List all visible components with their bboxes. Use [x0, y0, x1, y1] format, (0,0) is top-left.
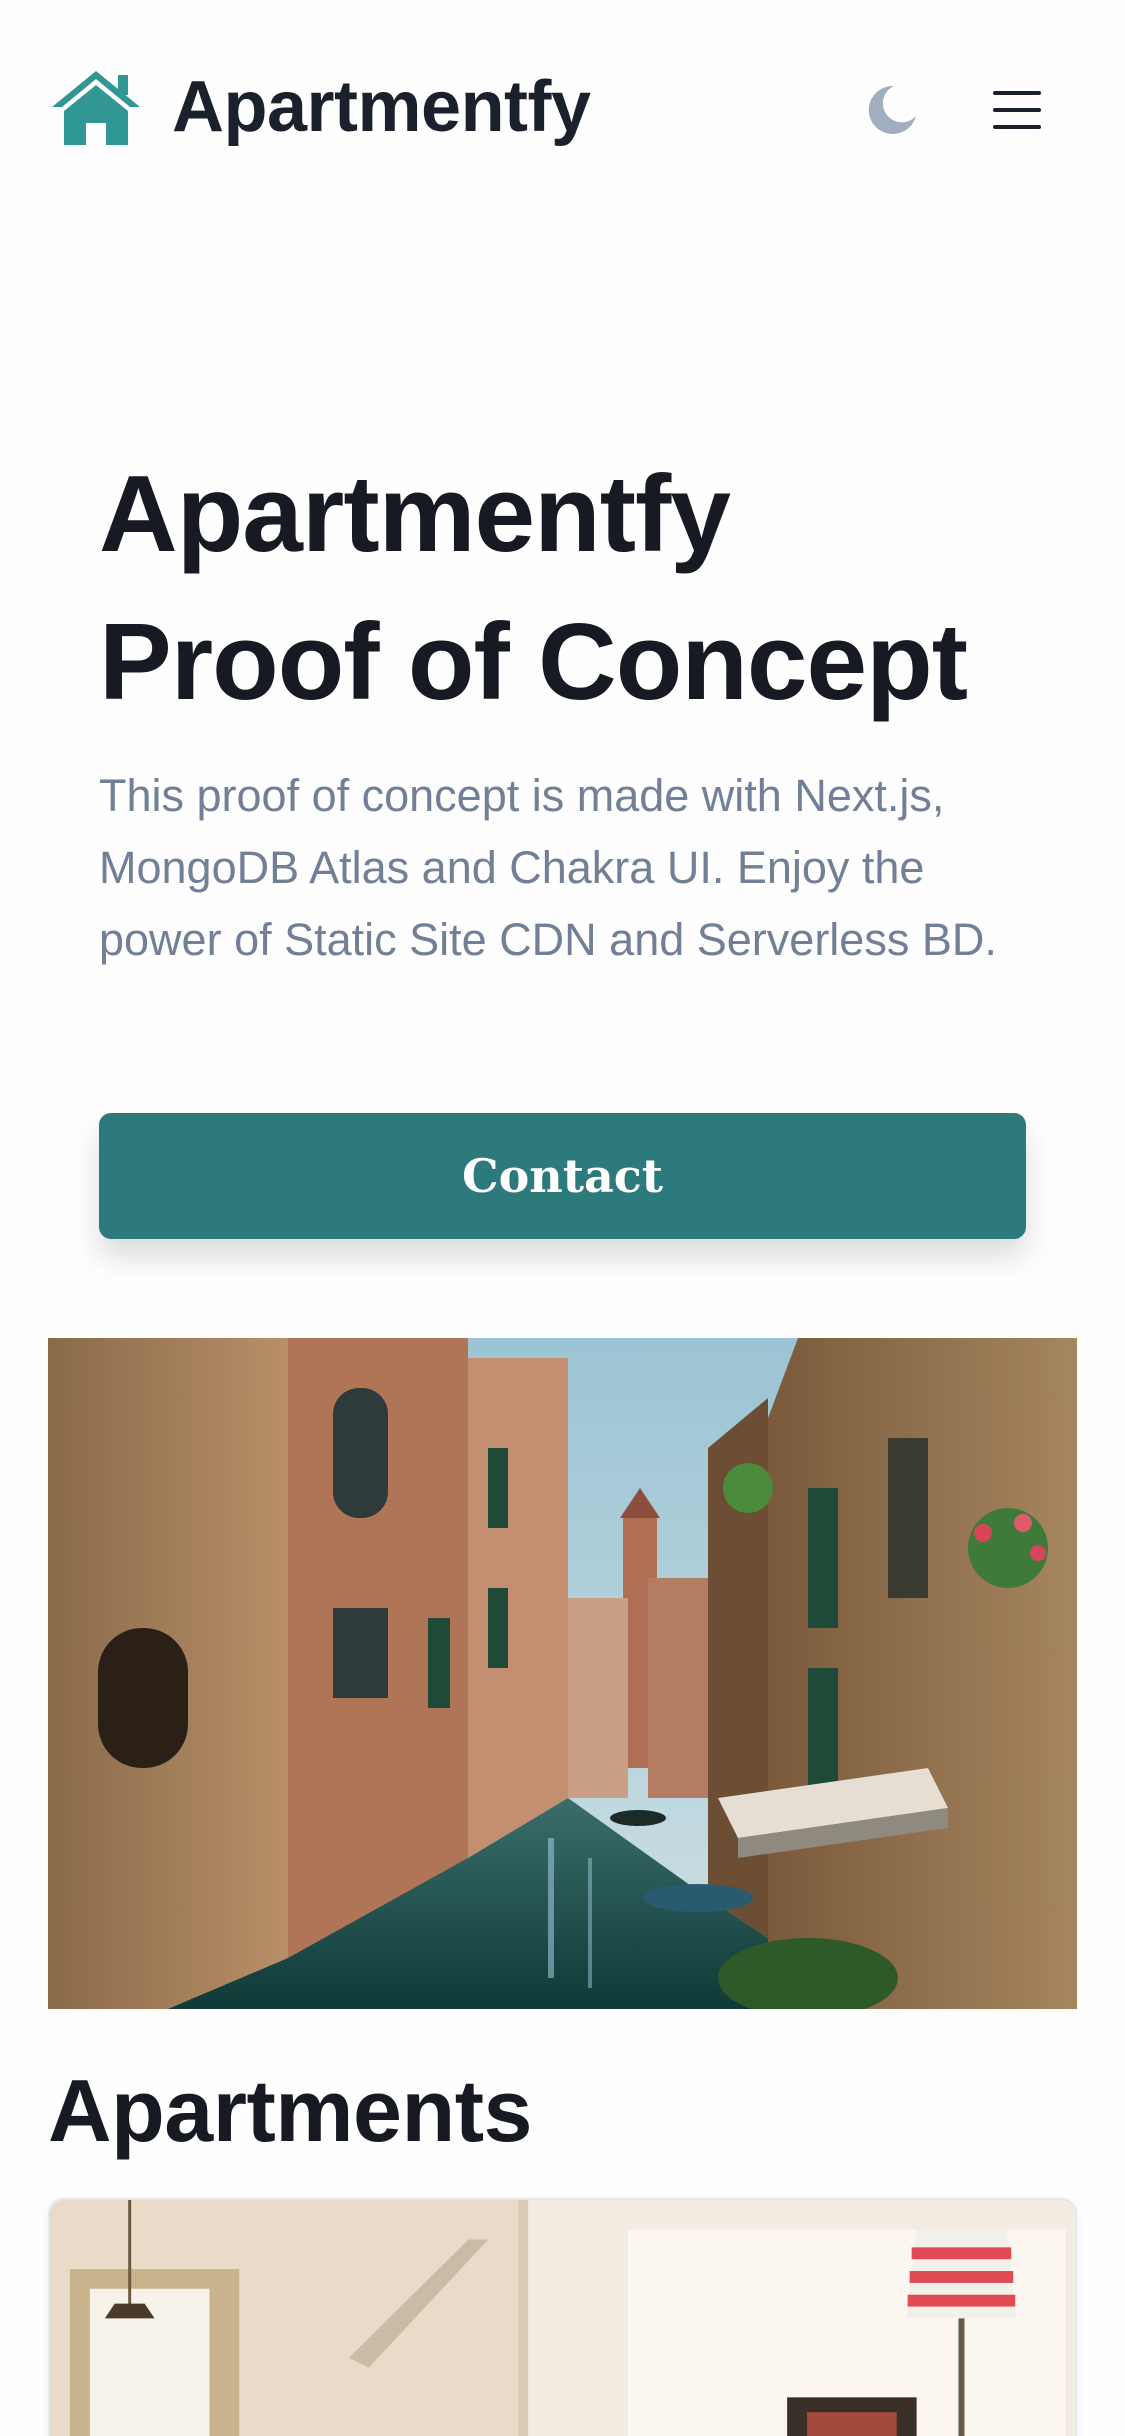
hero-title-line-2: Proof of Concept — [99, 601, 968, 723]
brand-logo-link[interactable]: Apartmentfy — [48, 62, 591, 152]
apartments-section-title: Apartments — [48, 2061, 532, 2160]
brand-name: Apartmentfy — [172, 67, 591, 147]
page: Apartmentfy Apartmentfy Proof of Concept… — [0, 0, 1125, 2436]
house-icon — [52, 71, 140, 145]
app-header: Apartmentfy — [0, 0, 1125, 215]
venice-canal-illustration — [48, 1338, 1077, 2009]
apartment-card[interactable] — [48, 2198, 1077, 2436]
hero-title-line-1: Apartmentfy — [99, 453, 731, 575]
hamburger-menu-icon — [993, 91, 1041, 129]
theme-toggle-button[interactable] — [860, 78, 924, 142]
contact-button[interactable]: Contact — [99, 1113, 1026, 1239]
menu-button[interactable] — [985, 78, 1049, 142]
hero-description: This proof of concept is made with Next.… — [99, 770, 997, 965]
moon-icon — [868, 85, 916, 134]
apartment-interior-image — [50, 2200, 1075, 2436]
hero-title: Apartmentfy Proof of Concept — [99, 440, 1049, 736]
venice-canal-image — [48, 1338, 1077, 2009]
